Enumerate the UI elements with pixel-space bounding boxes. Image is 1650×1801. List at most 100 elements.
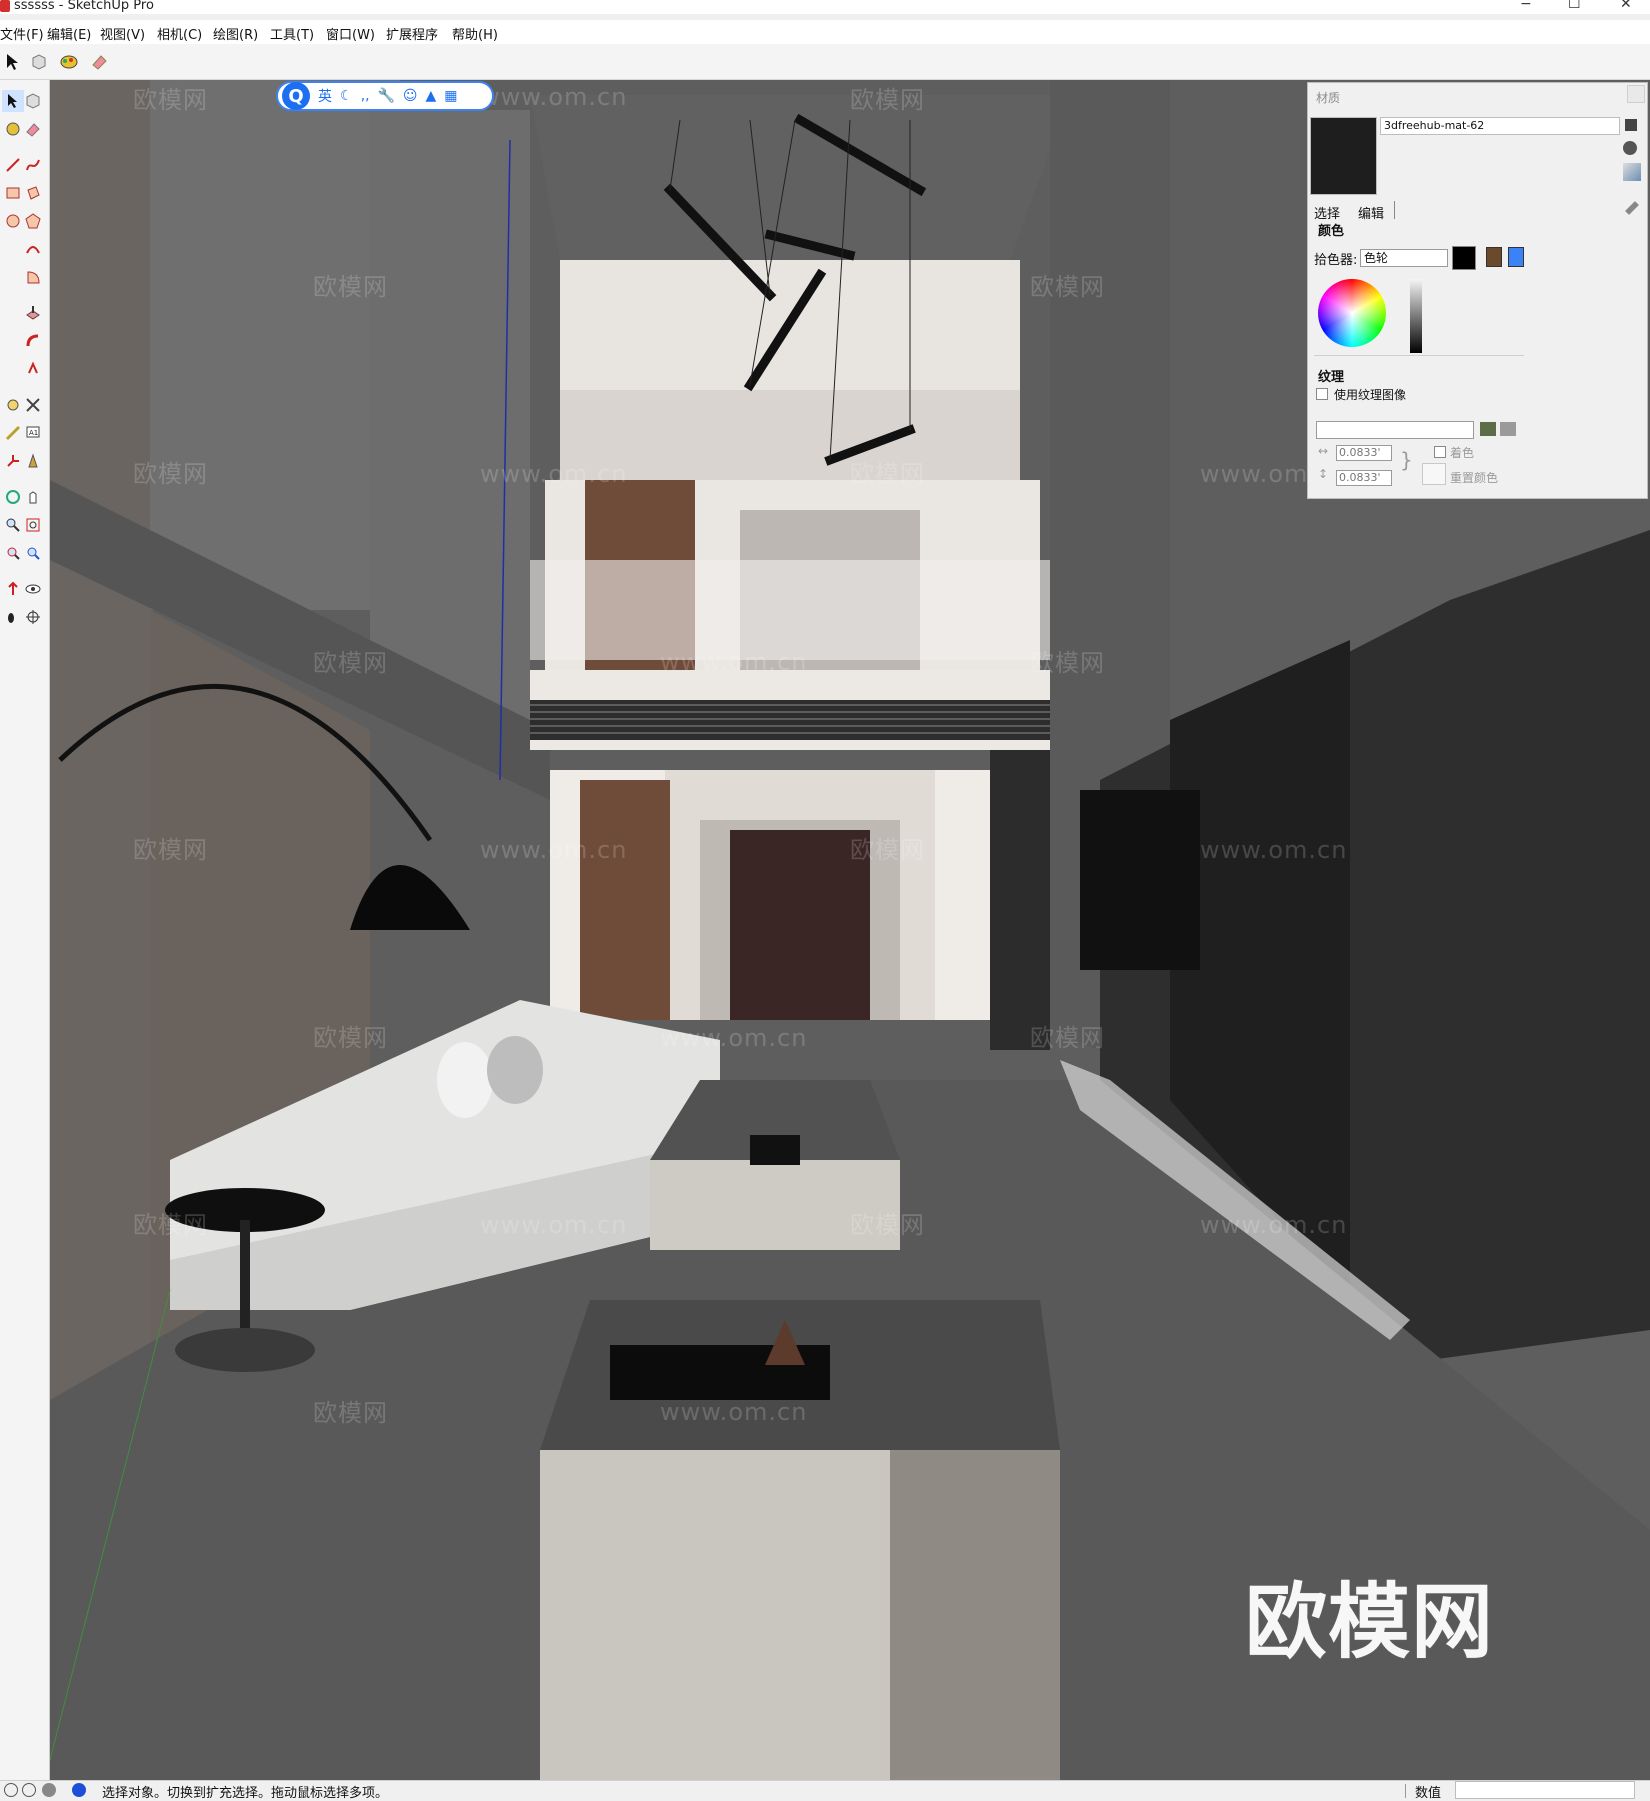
paint-bucket-icon[interactable] bbox=[58, 51, 80, 73]
texture-height-field[interactable]: 0.0833' bbox=[1336, 470, 1392, 486]
tab-divider bbox=[1394, 201, 1395, 219]
menu-file[interactable]: 文件(F) bbox=[0, 24, 44, 43]
colorize-checkbox[interactable] bbox=[1434, 446, 1446, 458]
ime-wrench-icon[interactable]: 🔧 bbox=[377, 88, 394, 104]
sample-paint-icon[interactable] bbox=[1623, 141, 1637, 155]
reset-color-button[interactable] bbox=[1422, 463, 1446, 485]
color-section-label: 颜色 bbox=[1318, 224, 1345, 239]
offset-tool-icon[interactable] bbox=[22, 358, 44, 380]
sketchup-logo-icon bbox=[0, 0, 10, 12]
ime-grid-icon[interactable]: ▦ bbox=[444, 88, 457, 104]
tape-measure-icon[interactable] bbox=[2, 422, 24, 444]
texture-path-field[interactable] bbox=[1316, 421, 1474, 439]
user-icon[interactable] bbox=[42, 1783, 56, 1797]
width-arrow-icon: ↔ bbox=[1318, 444, 1329, 458]
look-around-icon[interactable] bbox=[22, 578, 44, 600]
geo-location-icon[interactable] bbox=[4, 1783, 18, 1797]
match-model-color-icon[interactable] bbox=[1486, 247, 1502, 267]
zoom-tool-icon[interactable] bbox=[2, 514, 24, 536]
push-pull-icon[interactable] bbox=[22, 302, 44, 324]
make-component-icon[interactable] bbox=[22, 90, 44, 112]
material-swatch[interactable] bbox=[1310, 117, 1377, 195]
pie-tool-icon[interactable] bbox=[22, 266, 44, 288]
crosshair-icon[interactable] bbox=[22, 606, 44, 628]
circle-tool-icon[interactable] bbox=[2, 210, 24, 232]
measurements-label: 数值 bbox=[1415, 1786, 1442, 1801]
menu-view[interactable]: 视图(V) bbox=[100, 24, 145, 43]
menu-extensions[interactable]: 扩展程序 bbox=[386, 24, 438, 43]
ime-emoji-icon[interactable]: ☺ bbox=[403, 88, 418, 104]
eraser-tool-icon[interactable] bbox=[22, 118, 44, 140]
ime-moon-icon[interactable]: ☾ bbox=[340, 88, 353, 104]
texture-width-field[interactable]: 0.0833' bbox=[1336, 445, 1392, 461]
zoom-extents-icon[interactable] bbox=[2, 542, 24, 564]
material-name-field[interactable]: 3dfreehub-mat-62 bbox=[1380, 117, 1620, 135]
panel-close-button[interactable] bbox=[1627, 85, 1645, 103]
move-tool-icon[interactable] bbox=[2, 394, 24, 416]
maximize-button[interactable]: ☐ bbox=[1568, 0, 1581, 12]
edit-texture-icon[interactable] bbox=[1500, 422, 1516, 436]
orbit-tool-icon[interactable] bbox=[2, 486, 24, 508]
section-divider bbox=[1314, 355, 1524, 356]
paint-tool-icon[interactable] bbox=[2, 118, 24, 140]
freehand-tool-icon[interactable] bbox=[22, 154, 44, 176]
walk-tool-icon[interactable] bbox=[2, 606, 24, 628]
arc-tool-icon[interactable] bbox=[22, 238, 44, 260]
svg-text:A1: A1 bbox=[29, 429, 38, 437]
pan-tool-icon[interactable] bbox=[22, 486, 44, 508]
component-icon[interactable] bbox=[28, 51, 50, 73]
menu-draw[interactable]: 绘图(R) bbox=[213, 24, 258, 43]
add-material-icon[interactable] bbox=[1625, 119, 1637, 131]
panel-title: 材质 bbox=[1316, 91, 1341, 105]
color-picker-select[interactable]: 色轮 bbox=[1360, 249, 1448, 267]
use-texture-checkbox[interactable] bbox=[1316, 388, 1328, 400]
select-arrow-icon[interactable] bbox=[2, 51, 24, 73]
position-camera-icon[interactable] bbox=[2, 578, 24, 600]
previous-view-icon[interactable] bbox=[22, 542, 44, 564]
info-icon[interactable] bbox=[22, 1783, 36, 1797]
ime-language-toggle[interactable]: 英 bbox=[318, 86, 332, 106]
help-icon[interactable] bbox=[72, 1783, 86, 1797]
eraser-icon[interactable] bbox=[88, 51, 110, 73]
zoom-window-icon[interactable] bbox=[22, 514, 44, 536]
status-message: 选择对象。切换到扩充选择。拖动鼠标选择多项。 bbox=[102, 1786, 389, 1801]
close-button[interactable]: ✕ bbox=[1620, 0, 1632, 12]
aspect-lock-icon[interactable]: } bbox=[1400, 448, 1413, 472]
minimize-button[interactable]: − bbox=[1520, 0, 1532, 12]
ime-skin-icon[interactable]: ▲ bbox=[426, 88, 437, 104]
left-toolbar: A1 bbox=[0, 80, 50, 1780]
section-plane-icon[interactable] bbox=[22, 450, 44, 472]
follow-me-icon[interactable] bbox=[22, 330, 44, 352]
ime-punctuation-icon[interactable]: ‚‚ bbox=[361, 88, 370, 104]
rotated-rectangle-icon[interactable] bbox=[22, 182, 44, 204]
menu-edit[interactable]: 编辑(E) bbox=[47, 24, 91, 43]
polygon-tool-icon[interactable] bbox=[22, 210, 44, 232]
browse-folder-icon[interactable] bbox=[1480, 422, 1496, 436]
menu-window[interactable]: 窗口(W) bbox=[326, 24, 375, 43]
line-tool-icon[interactable] bbox=[2, 154, 24, 176]
scale-tool-icon[interactable] bbox=[22, 394, 44, 416]
select-tool-icon[interactable] bbox=[2, 90, 24, 112]
status-bar: 选择对象。切换到扩充选择。拖动鼠标选择多项。 数值 bbox=[0, 1780, 1650, 1801]
picker-label: 拾色器: bbox=[1314, 253, 1358, 268]
tab-edit[interactable]: 编辑 bbox=[1358, 203, 1384, 222]
menu-bar: 文件(F) 编辑(E) 视图(V) 相机(C) 绘图(R) 工具(T) 窗口(W… bbox=[0, 20, 1650, 44]
measurements-input[interactable] bbox=[1455, 1781, 1635, 1799]
menu-tools[interactable]: 工具(T) bbox=[270, 24, 314, 43]
reset-color-label: 重置颜色 bbox=[1450, 471, 1499, 485]
ime-toolbar[interactable]: Q 英 ☾ ‚‚ 🔧 ☺ ▲ ▦ bbox=[276, 81, 494, 111]
menu-camera[interactable]: 相机(C) bbox=[157, 24, 202, 43]
axes-tool-icon[interactable] bbox=[2, 450, 24, 472]
brightness-slider[interactable] bbox=[1410, 279, 1422, 353]
text-tool-icon[interactable]: A1 bbox=[22, 422, 44, 444]
rectangle-tool-icon[interactable] bbox=[2, 182, 24, 204]
color-wheel-center bbox=[1318, 279, 1386, 347]
current-color-box[interactable] bbox=[1452, 246, 1476, 270]
match-screen-color-icon[interactable] bbox=[1508, 247, 1524, 267]
eyedropper-icon[interactable] bbox=[1625, 201, 1639, 215]
ime-logo-icon[interactable]: Q bbox=[282, 82, 310, 110]
window-title: ssssss - SketchUp Pro bbox=[14, 0, 154, 13]
fill-preview-icon[interactable] bbox=[1623, 163, 1641, 181]
menu-help[interactable]: 帮助(H) bbox=[452, 24, 498, 43]
status-divider bbox=[1405, 1784, 1406, 1798]
